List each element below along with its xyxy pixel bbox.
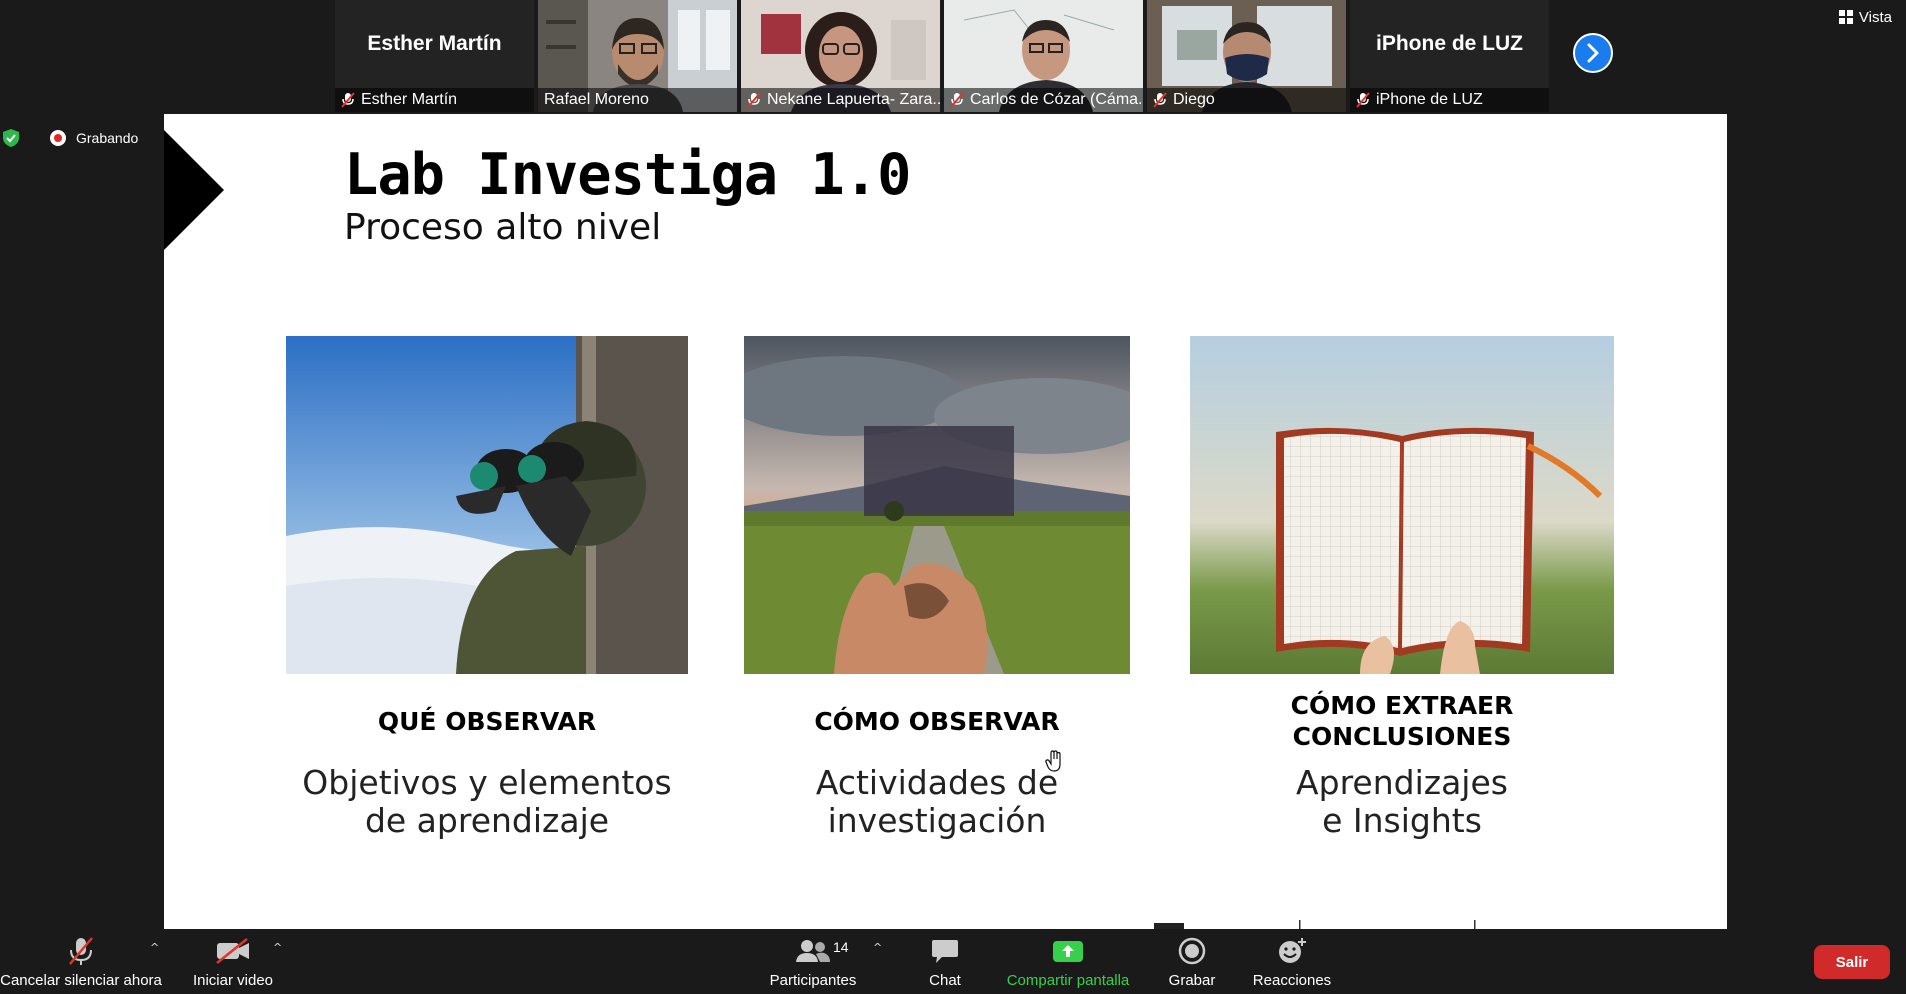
participant-label-text: Nekane Lapuerta- Zara...: [767, 91, 940, 108]
chat-icon: [932, 940, 958, 963]
mic-muted-icon: [747, 92, 761, 108]
reactions-button[interactable]: Reacciones: [1247, 935, 1337, 989]
shared-slide: Lab Investiga 1.0 Proceso alto nivel QUÉ…: [164, 114, 1727, 929]
participants-label: Participantes: [769, 972, 857, 989]
emoji-icon: [1279, 938, 1306, 963]
mic-muted-icon: [341, 92, 355, 108]
binoculars-photo: [286, 336, 688, 674]
slide-subtitle: Proceso alto nivel: [344, 207, 662, 248]
chat-button[interactable]: Chat: [915, 935, 975, 989]
column-description: Objetivos y elementos de aprendizaje: [286, 764, 688, 840]
column-heading-line: CÓMO EXTRAER: [1290, 691, 1514, 720]
slide-title: Lab Investiga 1.0: [344, 142, 911, 208]
participant-label: Carlos de Cózar (Cáma...: [944, 88, 1143, 112]
participant-label-text: Carlos de Cózar (Cáma...: [970, 91, 1143, 108]
participant-label: iPhone de LUZ: [1350, 88, 1549, 112]
participants-icon: [796, 940, 830, 962]
column-description-line: de aprendizaje: [364, 801, 610, 840]
record-icon: [1178, 937, 1206, 965]
chat-label: Chat: [929, 972, 961, 989]
column-description: Aprendizajes e Insights: [1190, 764, 1614, 840]
mic-muted-icon: [69, 937, 93, 965]
meeting-toolbar: Cancelar silenciar ahora ^ Iniciar video…: [0, 929, 1906, 994]
participant-tile-nekane[interactable]: Nekane Lapuerta- Zara...: [741, 0, 940, 112]
start-video-button[interactable]: Iniciar video: [183, 935, 283, 989]
mute-label: Cancelar silenciar ahora: [0, 972, 162, 989]
share-screen-icon: [1053, 941, 1083, 962]
participants-options-caret-icon[interactable]: ^: [873, 941, 882, 954]
column-heading-line: CONCLUSIONES: [1292, 722, 1512, 751]
participant-label: Diego: [1147, 88, 1346, 112]
slide-column-como-extraer: CÓMO EXTRAER CONCLUSIONES Aprendizajes e…: [1190, 336, 1614, 840]
video-label: Iniciar video: [192, 972, 274, 989]
mute-button[interactable]: Cancelar silenciar ahora: [0, 935, 162, 989]
slide-column-como-observar: CÓMO OBSERVAR Actividades de investigaci…: [744, 336, 1130, 840]
participant-tile-esther[interactable]: Esther Martín Esther Martín: [335, 0, 534, 112]
chevron-decoration-icon: [164, 130, 224, 250]
participant-label-text: Rafael Moreno: [544, 91, 649, 108]
next-participants-button[interactable]: [1573, 33, 1613, 73]
shield-icon: [3, 129, 19, 147]
participant-tile-iphone-luz[interactable]: iPhone de LUZ iPhone de LUZ: [1350, 0, 1549, 112]
grid-view-icon: [1838, 10, 1853, 24]
column-description-line: Aprendizajes: [1296, 763, 1508, 802]
audio-options-caret-icon[interactable]: ^: [150, 941, 159, 954]
participant-tile-diego[interactable]: Diego: [1147, 0, 1346, 112]
slide-column-que-observar: QUÉ OBSERVAR Objetivos y elementos de ap…: [286, 336, 688, 840]
participants-count: 14: [833, 939, 849, 955]
view-button[interactable]: Vista: [1838, 6, 1892, 28]
column-description-line: investigación: [827, 801, 1047, 840]
share-label: Compartir pantalla: [1006, 972, 1130, 989]
notebook-photo: [1190, 336, 1614, 674]
video-off-icon: [216, 938, 249, 964]
participant-label-text: iPhone de LUZ: [1376, 91, 1483, 108]
participant-display-name: Esther Martín: [367, 32, 502, 55]
participant-label-text: Esther Martín: [361, 91, 458, 108]
participant-label: Nekane Lapuerta- Zara...: [741, 88, 940, 112]
video-options-caret-icon[interactable]: ^: [273, 941, 282, 954]
recording-dot-icon: [50, 130, 66, 146]
participant-label-text: Diego: [1173, 91, 1215, 108]
column-description-line: Objetivos y elementos: [302, 763, 672, 802]
participant-display-name: iPhone de LUZ: [1376, 32, 1523, 55]
participant-tile-carlos[interactable]: Carlos de Cózar (Cáma...: [944, 0, 1143, 112]
leave-button[interactable]: Salir: [1814, 945, 1890, 979]
column-heading: CÓMO EXTRAER CONCLUSIONES: [1190, 686, 1614, 756]
chevron-right-icon: [1587, 43, 1599, 63]
column-description: Actividades de investigación: [744, 764, 1130, 840]
participant-strip: Esther Martín Esther Martín Rafael Moren…: [335, 0, 1549, 112]
hand-cursor-icon: [1045, 750, 1061, 772]
record-label: Grabar: [1168, 972, 1216, 989]
mic-muted-icon: [1153, 92, 1167, 108]
column-description-line: e Insights: [1322, 801, 1482, 840]
participant-tile-rafael[interactable]: Rafael Moreno: [538, 0, 737, 112]
column-heading: QUÉ OBSERVAR: [377, 706, 597, 736]
mic-muted-icon: [950, 92, 964, 108]
view-label: Vista: [1858, 8, 1892, 26]
participant-label: Rafael Moreno: [538, 88, 737, 112]
next-slide-fragment: [1154, 920, 1476, 929]
recording-indicator[interactable]: Grabando: [0, 128, 138, 148]
column-description-line: Actividades de: [815, 763, 1059, 802]
mic-muted-icon: [1356, 92, 1370, 108]
record-button[interactable]: Grabar: [1162, 935, 1222, 989]
share-screen-button[interactable]: Compartir pantalla: [1000, 935, 1136, 989]
participant-label: Esther Martín: [335, 88, 534, 112]
field-photo: [744, 336, 1130, 674]
column-heading: CÓMO OBSERVAR: [814, 706, 1060, 736]
reactions-label: Reacciones: [1252, 972, 1332, 989]
recording-label: Grabando: [76, 130, 139, 146]
